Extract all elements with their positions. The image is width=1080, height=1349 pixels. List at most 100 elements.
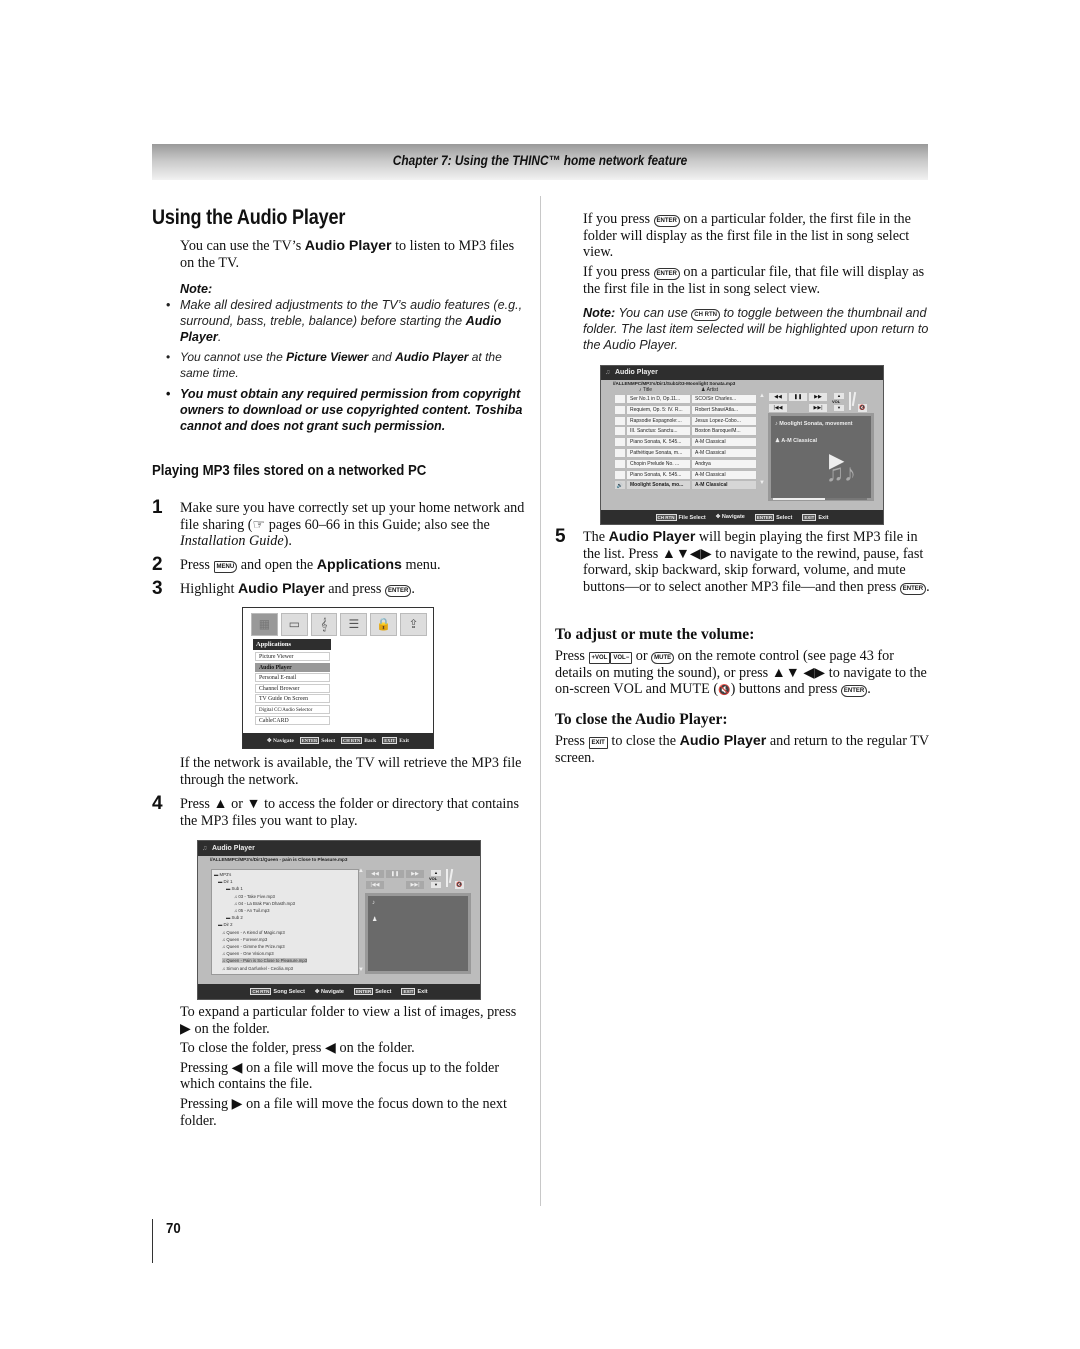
volume-down-button[interactable]: ▼ <box>431 882 441 888</box>
title-column-header: ♪ Title <box>639 387 653 393</box>
para-text: Press <box>555 733 589 749</box>
song-row[interactable]: Piano Sonata, K. 545... A-M Classical <box>614 437 757 448</box>
select-hint: ENTER Select <box>299 737 335 744</box>
tree-folder[interactable]: ▬ MP3's <box>214 872 231 877</box>
volume-down-button[interactable]: ▼ <box>834 405 844 411</box>
para-text: If you press <box>583 264 654 280</box>
folder-tree[interactable]: ▬ MP3's ▬ Dir 1 ▬ Sub 1 ♫ 03 - Take Five.mp… <box>211 869 359 975</box>
mute-button[interactable]: 🔇 <box>858 404 867 412</box>
step-text: Highlight <box>180 581 238 597</box>
scroll-down-icon[interactable]: ▼ <box>759 480 765 486</box>
mute-button[interactable]: 🔇 <box>455 881 464 889</box>
audio-player-song-screenshot: ♫ Audio Player //ALLENMPC/MP3's/Dir1/Sub1… <box>600 365 884 525</box>
step-1-text: Make sure you have correctly set up your… <box>180 500 525 550</box>
toggle-note: Note: You can use CH RTN to toggle betwe… <box>583 305 931 353</box>
music-note-icon: ♫ <box>605 369 611 376</box>
song-row[interactable]: Ser No.1 in D, Op.11... SCO/Sir Charles..… <box>614 394 757 404</box>
note-text: and <box>368 350 396 364</box>
fast-forward-button[interactable]: ▶▶ <box>406 870 424 878</box>
tree-file[interactable]: ♫ Queen - Gimme the Prize.mp3 <box>222 944 285 949</box>
song-title: Moolight Sonata, mo... <box>626 480 691 491</box>
hint-label: Back <box>364 738 377 744</box>
para-text: ) buttons and press <box>730 681 841 698</box>
now-playing-panel: ♪ ♟ <box>365 893 471 974</box>
column-divider <box>540 196 541 1206</box>
tree-folder[interactable]: ▬ Sub 2 <box>226 915 243 920</box>
column-label: Artist <box>706 387 718 393</box>
tree-file[interactable]: ♫ 05 - An Tuil.mp3 <box>234 908 269 913</box>
navigate-hint: ✥ Navigate <box>716 514 745 520</box>
note-text: Pressing <box>180 1059 232 1076</box>
left-right-arrows-icon: ◀▶ <box>803 664 826 681</box>
tree-file[interactable]: ♫ Simon and Garfunkel - Cecilia.mp3 <box>222 966 293 971</box>
song-artist: A-M Classical <box>691 448 757 458</box>
step-italic: Installation Guide <box>180 533 284 550</box>
section-heading: Playing MP3 files stored on a networked … <box>152 462 427 479</box>
song-row[interactable]: Pathétique Sonata, m... A-M Classical <box>614 448 757 458</box>
tree-label: Queen - Pain is So Close to Pleasure.mp3 <box>226 958 308 964</box>
skip-forward-button[interactable]: ▶▶| <box>406 881 424 889</box>
menu-item-channel-browser[interactable]: Channel Browser <box>255 683 330 693</box>
scroll-down-icon[interactable]: ▼ <box>358 967 364 973</box>
note-bold: Audio Player <box>395 350 469 364</box>
menu-icon-row: ▦ ▭ 𝄞 ☰ 🔒 ⇪ <box>251 613 427 636</box>
step-bold: Applications <box>316 557 402 573</box>
song-row[interactable]: III. Sanctus: Sanctu... Boston Baroque/M.… <box>614 426 757 437</box>
step-2-text: Press MENU and open the Applications men… <box>180 557 525 574</box>
para-text: to close the <box>607 733 680 749</box>
song-row[interactable]: Chopin Prelude No. ... Andrya <box>614 458 757 469</box>
menu-item-cablecard[interactable]: CableCARD <box>255 715 330 725</box>
song-artist: Jesus Lopez-Cobo... <box>691 415 757 426</box>
tree-file[interactable]: ♫ Queen - A Kiend of Magic.mp3 <box>222 930 285 935</box>
enter-key-icon: ENTER <box>653 268 680 280</box>
tree-file[interactable]: ♫ Queen - Pain is So Close to Pleasure.m… <box>222 958 308 964</box>
select-hint: ENTER Select <box>754 513 792 521</box>
back-hint: CH RTN Back <box>341 737 376 744</box>
progress-track[interactable] <box>773 498 867 500</box>
tree-file[interactable]: ♫ Queen - Forever.mp3 <box>222 937 267 942</box>
scroll-up-icon[interactable]: ▲ <box>358 868 364 874</box>
song-title: Ser No.1 in D, Op.11... <box>626 394 691 404</box>
menu-item-digital-cc[interactable]: Digital CC/Audio Selector <box>255 705 330 714</box>
volume-paragraph: Press +VOL VOL− or MUTE on the remote con… <box>555 648 933 700</box>
enter-key-icon: ENTER <box>653 215 680 227</box>
song-artist: A-M Classical <box>691 469 757 480</box>
skip-back-button[interactable]: |◀◀ <box>366 881 384 889</box>
menu-item-audio-player[interactable]: Audio Player <box>255 662 330 672</box>
step-number: 5 <box>555 526 566 547</box>
step-text: and press <box>324 581 385 597</box>
tree-file[interactable]: ♫ 03 - Take Five.mp3 <box>234 894 275 899</box>
rewind-button[interactable]: ◀◀ <box>769 393 787 401</box>
fast-forward-button[interactable]: ▶▶ <box>809 393 827 401</box>
song-artist: A-M Classical <box>691 480 757 491</box>
tree-file[interactable]: ♫ Queen - One Vision.mp3 <box>222 951 274 956</box>
tree-file[interactable]: ♫ 04 - La Brak Pan Dhasth.mp3 <box>234 901 295 906</box>
song-row[interactable]: 🔊 Moolight Sonata, mo... A-M Classical <box>614 480 757 491</box>
rewind-button[interactable]: ◀◀ <box>366 870 384 878</box>
menu-item-tv-guide[interactable]: TV Guide On Screen <box>255 694 330 703</box>
hint-label: Navigate <box>321 988 344 995</box>
menu-item-picture-viewer[interactable]: Picture Viewer <box>255 652 330 661</box>
intro-paragraph: You can use the TV’s Audio Player to lis… <box>180 238 525 271</box>
tree-folder[interactable]: ▬ Sub 1 <box>226 886 243 891</box>
file-path: //ALLENMPC/MP3's/Dir1/Sub1/03-Moonlight … <box>613 381 736 386</box>
scroll-up-icon[interactable]: ▲ <box>759 393 765 399</box>
song-row[interactable]: Rapsodie Espagnole:... Jesus Lopez-Cobo..… <box>614 415 757 426</box>
tree-folder[interactable]: ▬ Dir 2 <box>218 922 233 927</box>
file-path: //ALLENMPC/MP3's/Dir1/Queen - pain is Cl… <box>210 857 348 862</box>
para-text: If you press <box>583 211 654 227</box>
artist-column-header: ♟ Artist <box>701 387 718 393</box>
pause-button[interactable]: ❚❚ <box>789 393 807 401</box>
tree-label: Sub 2 <box>231 915 243 921</box>
file-select-hint: CH RTN File Select <box>655 513 706 521</box>
skip-back-button[interactable]: |◀◀ <box>769 404 787 412</box>
skip-forward-button[interactable]: ▶▶| <box>809 404 827 412</box>
song-title: Piano Sonata, K. 545... <box>626 437 691 448</box>
track-title: Moolight Sonata, movement <box>779 421 853 427</box>
song-row[interactable]: Requiem, Op. 5: IV. R... Robert Shaw/Atla… <box>614 404 757 415</box>
pause-button[interactable]: ❚❚ <box>386 870 404 878</box>
song-row[interactable]: Piano Sonata, K. 545... A-M Classical <box>614 469 757 480</box>
step-text: . <box>411 581 415 597</box>
tree-folder[interactable]: ▬ Dir 1 <box>218 879 233 884</box>
menu-item-personal-email[interactable]: Personal E-mail <box>255 673 330 682</box>
